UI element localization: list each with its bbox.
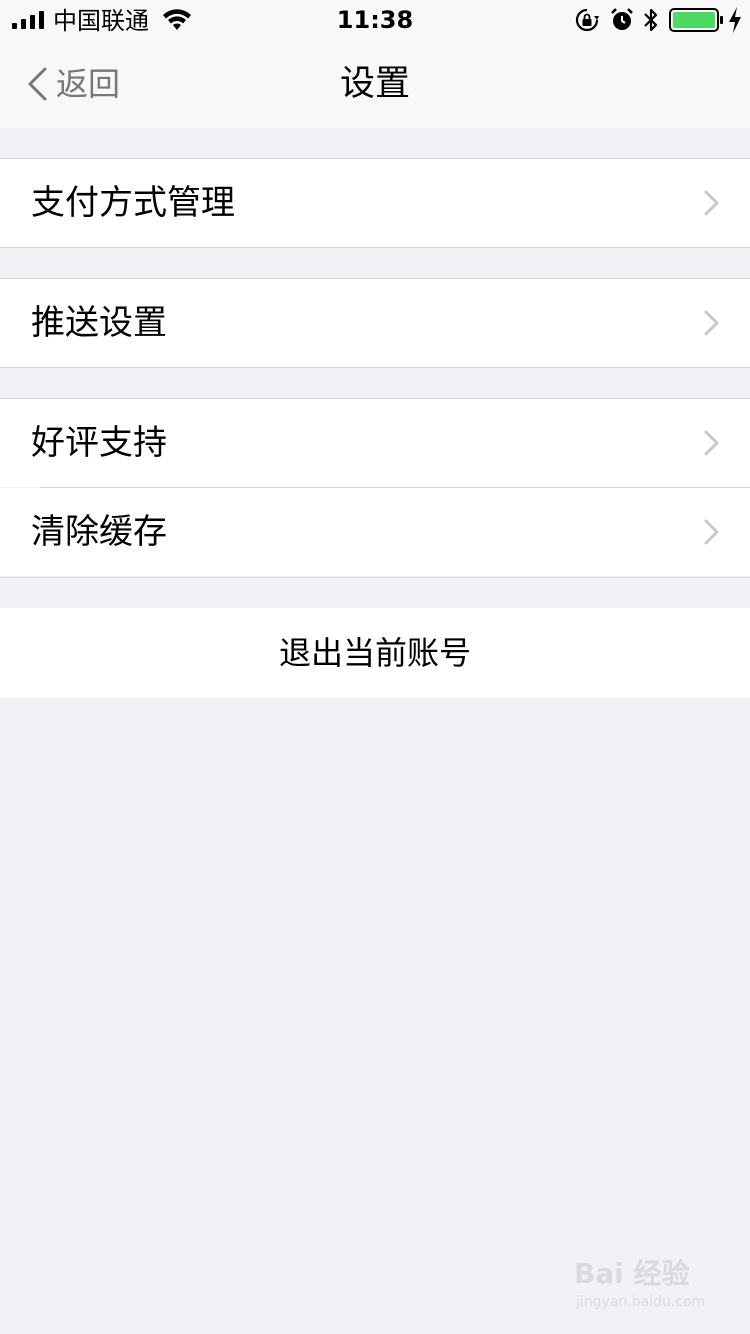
alarm-icon [611,8,633,30]
watermark-logo: Bai 经验 [574,1257,690,1290]
bluetooth-icon [644,8,658,32]
separator [0,247,750,248]
row-label: 清除缓存 [31,512,167,552]
navigation-bar: 返回 设置 [0,40,750,128]
chevron-right-icon [704,310,719,336]
logout-button[interactable]: 退出当前账号 [0,608,750,698]
settings-row-clear-cache[interactable]: 清除缓存 [0,488,750,576]
settings-row-push-settings[interactable]: 推送设置 [0,279,750,367]
rotation-lock-icon [575,8,599,32]
status-time: 11:38 [336,6,414,34]
chevron-right-icon [704,519,719,545]
status-bar: 中国联通 11:38 [0,0,750,40]
watermark-url: jingyan.baidu.com [576,1294,706,1310]
settings-row-payment-methods[interactable]: 支付方式管理 [0,159,750,247]
row-label: 推送设置 [31,303,167,343]
separator [0,367,750,368]
row-label: 支付方式管理 [31,183,235,223]
row-label: 好评支持 [31,423,167,463]
page-title: 设置 [339,64,410,104]
chevron-right-icon [704,430,719,456]
settings-row-rate-app[interactable]: 好评支持 [0,399,750,487]
baidu-jingyan-watermark: Bai 经验 jingyan.baidu.com [574,1252,714,1322]
separator [0,577,750,578]
battery-icon [669,8,723,32]
charging-icon [729,7,741,33]
chevron-right-icon [704,190,719,216]
